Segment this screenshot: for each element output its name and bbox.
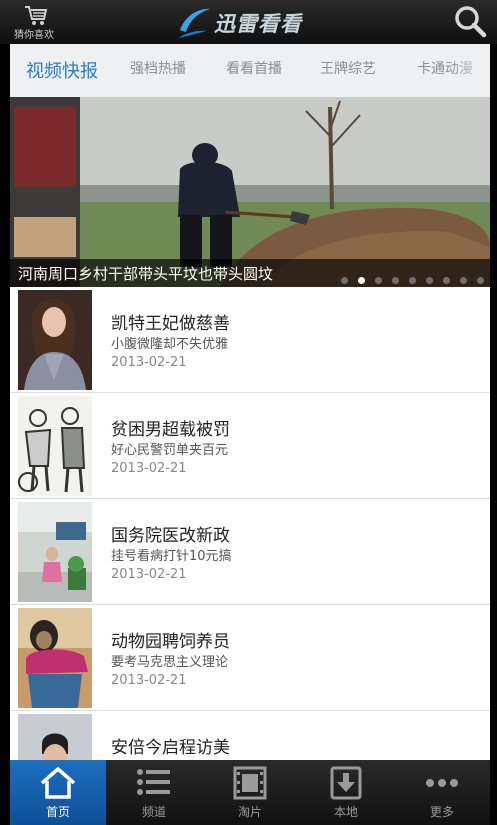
top-bar: 猜你喜欢 迅雷看看: [0, 0, 497, 44]
tab-video-news[interactable]: 视频快报: [26, 57, 98, 83]
item-date: 2013-02-21: [111, 461, 187, 476]
item-subtitle: 好心民警罚单夹百元: [111, 443, 229, 458]
item-thumbnail: [18, 290, 92, 390]
item-title: 贫困男超载被罚: [111, 420, 230, 440]
nav-more[interactable]: 更多: [394, 760, 490, 825]
download-icon: [326, 766, 366, 800]
carousel-dot[interactable]: [460, 277, 467, 284]
list-item[interactable]: 安倍今启程访美: [10, 711, 490, 760]
nav-channels[interactable]: 频道: [106, 760, 202, 825]
guess-you-like-label: 猜你喜欢: [14, 30, 54, 41]
more-icon: [422, 766, 462, 800]
item-date: 2013-02-21: [111, 673, 187, 688]
list-icon: [134, 766, 174, 800]
tab-premieres[interactable]: 看看首播: [226, 58, 282, 78]
tabs-fade: [450, 44, 490, 97]
home-icon: [38, 766, 78, 800]
list-item[interactable]: 贫困男超载被罚 好心民警罚单夹百元 2013-02-21: [10, 393, 490, 499]
item-date: 2013-02-21: [111, 355, 187, 370]
app-screen: 猜你喜欢 迅雷看看 视频快报 强档热播 看看首播 王牌综艺 卡通动漫 河南周口乡…: [0, 0, 497, 825]
carousel-dot[interactable]: [443, 277, 450, 284]
item-title: 安倍今启程访美: [111, 738, 230, 758]
banner-caption-bar: 河南周口乡村干部带头平坟也带头圆坟: [10, 259, 490, 287]
search-icon[interactable]: [453, 4, 487, 42]
item-date: 2013-02-21: [111, 567, 187, 582]
guess-you-like-button[interactable]: 猜你喜欢: [10, 2, 70, 42]
carousel-dot[interactable]: [375, 277, 382, 284]
item-subtitle: 要考马克思主义理论: [111, 655, 229, 670]
brand-name: 迅雷看看: [214, 12, 302, 36]
list-item[interactable]: 凯特王妃做慈善 小腹微隆却不失优雅 2013-02-21: [10, 287, 490, 393]
tab-variety[interactable]: 王牌综艺: [320, 58, 376, 78]
nav-label: 首页: [45, 805, 70, 819]
nav-browse-films[interactable]: 淘片: [202, 760, 298, 825]
list-item[interactable]: 动物园聘饲养员 要考马克思主义理论 2013-02-21: [10, 605, 490, 711]
carousel-dot[interactable]: [341, 277, 348, 284]
nav-home[interactable]: 首页: [10, 760, 106, 825]
carousel-dot[interactable]: [477, 277, 484, 284]
app-logo: 迅雷看看: [176, 4, 301, 40]
film-icon: [230, 766, 270, 800]
featured-banner[interactable]: 河南周口乡村干部带头平坟也带头圆坟: [10, 97, 490, 287]
carousel-indicator: [331, 269, 484, 284]
list-item[interactable]: 国务院医改新政 挂号看病打针10元搞 2013-02-21: [10, 499, 490, 605]
logo-swoosh-icon: [178, 8, 210, 38]
nav-label: 淘片: [237, 805, 262, 819]
item-thumbnail: [18, 396, 92, 496]
banner-caption: 河南周口乡村干部带头平坟也带头圆坟: [18, 265, 274, 283]
tab-hot-shows[interactable]: 强档热播: [130, 58, 186, 78]
carousel-dot[interactable]: [409, 277, 416, 284]
bottom-nav: 首页 频道 淘片 本地 更多: [10, 760, 490, 825]
item-thumbnail: [18, 608, 92, 708]
category-tabs: 视频快报 强档热播 看看首播 王牌综艺 卡通动漫: [10, 44, 490, 98]
item-title: 国务院医改新政: [111, 526, 230, 546]
item-subtitle: 小腹微隆却不失优雅: [111, 337, 229, 352]
carousel-dot[interactable]: [426, 277, 433, 284]
nav-label: 本地: [333, 805, 358, 819]
item-thumbnail: [18, 714, 92, 760]
item-title: 动物园聘饲养员: [111, 632, 230, 652]
item-subtitle: 挂号看病打针10元搞: [111, 549, 232, 564]
item-thumbnail: [18, 502, 92, 602]
carousel-dot-active[interactable]: [358, 277, 365, 284]
news-list: 凯特王妃做慈善 小腹微隆却不失优雅 2013-02-21 贫困男超载被罚 好心民…: [10, 287, 490, 760]
nav-local[interactable]: 本地: [298, 760, 394, 825]
nav-label: 频道: [141, 805, 166, 819]
nav-label: 更多: [429, 805, 454, 819]
carousel-dot[interactable]: [392, 277, 399, 284]
item-title: 凯特王妃做慈善: [111, 314, 230, 334]
